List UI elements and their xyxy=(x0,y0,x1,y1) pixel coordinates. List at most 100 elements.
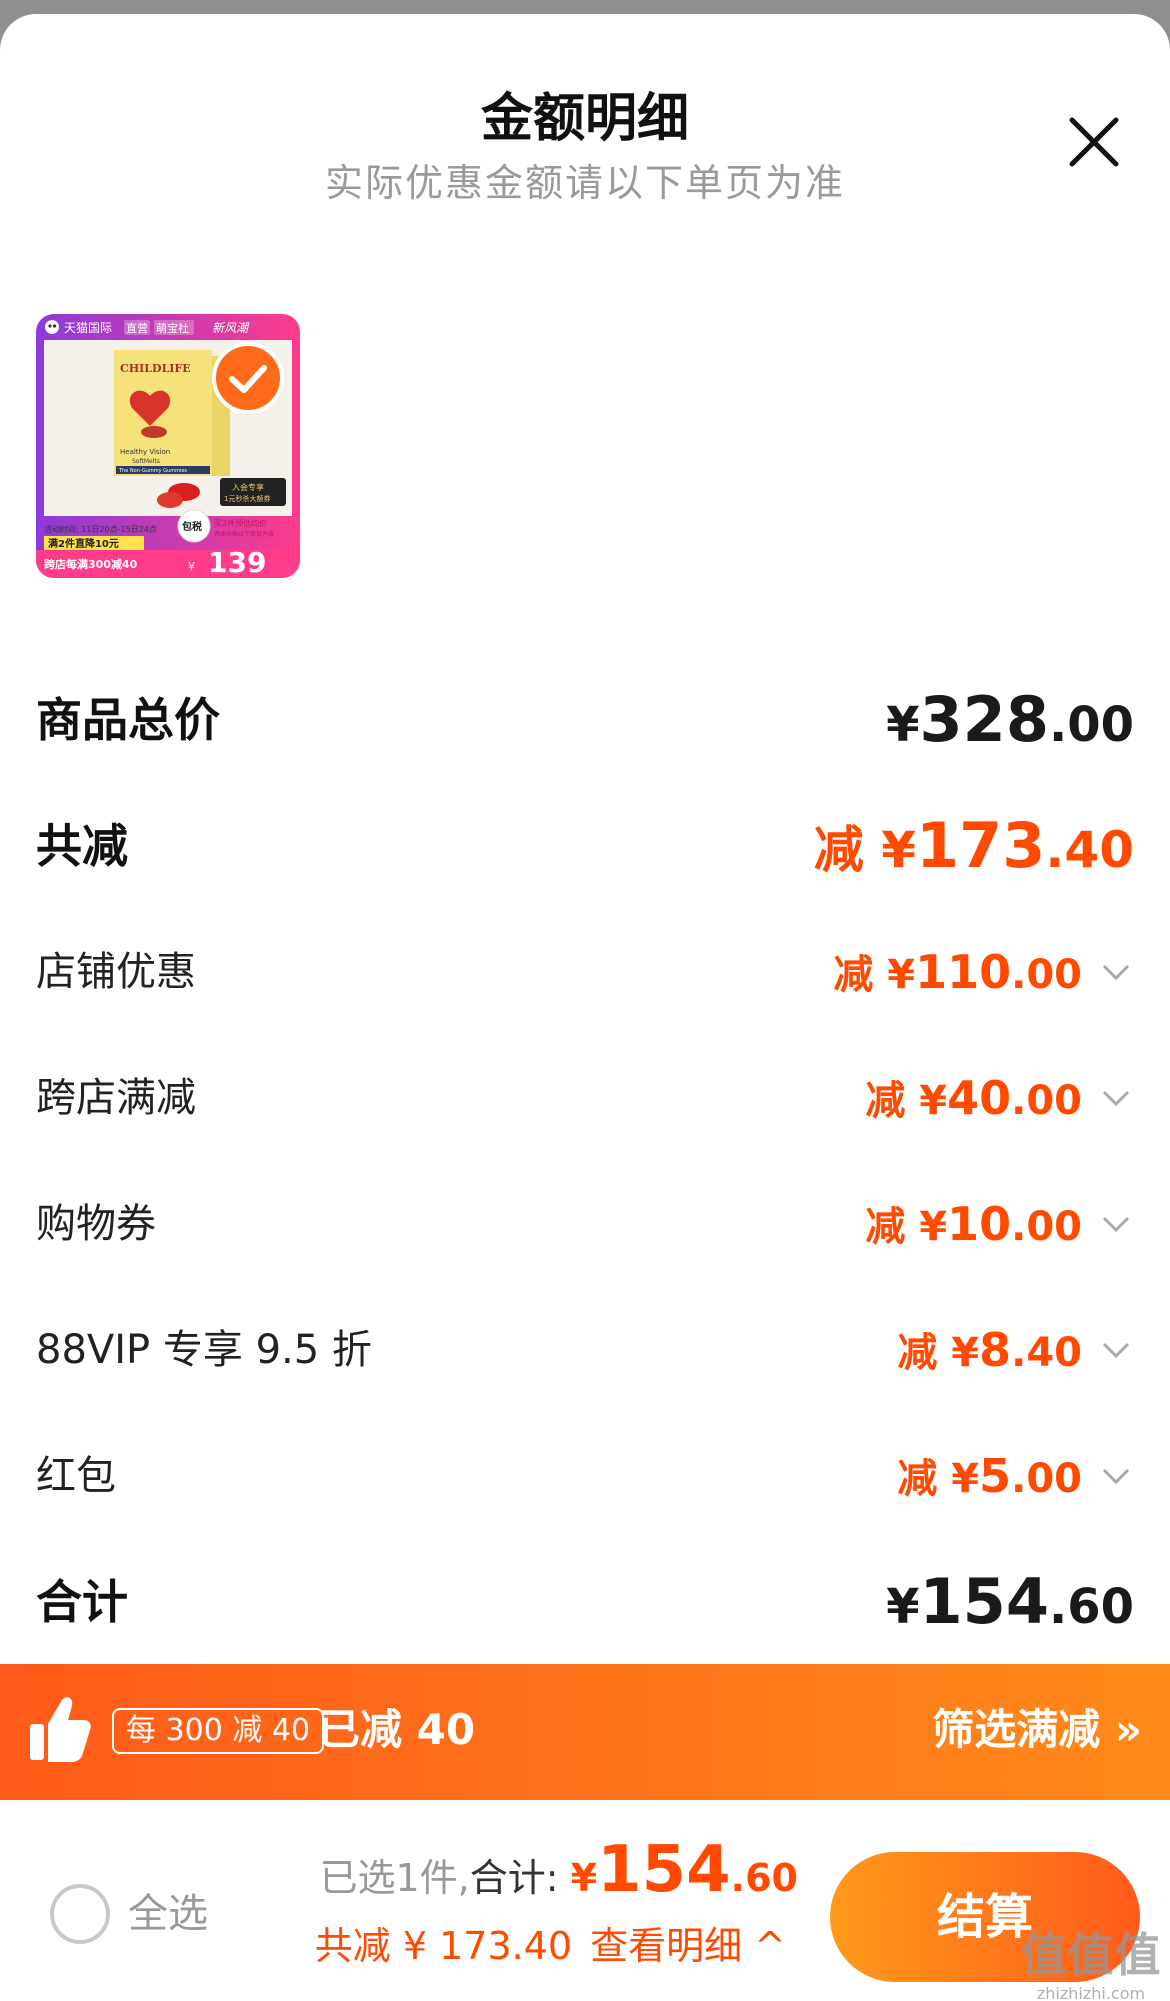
page-subtitle: 实际优惠金额请以下单页为准 xyxy=(324,161,845,205)
chevron-down-icon[interactable] xyxy=(1098,954,1134,990)
amount-dec: .60 xyxy=(1048,1579,1134,1635)
amount-currency: ¥ xyxy=(886,1579,920,1635)
row-amount: ¥154.60 xyxy=(886,1562,1134,1658)
promo-bar: 每 300 减 40 已减 40 筛选满减 » xyxy=(0,1664,1170,1800)
amount-prefix: 减 xyxy=(865,1078,920,1124)
chevron-down-icon[interactable] xyxy=(1098,1458,1134,1494)
site-watermark: 值值值 zhizhizhi.com xyxy=(1016,1926,1166,2001)
checkmark-icon xyxy=(229,365,267,393)
row-amount: 减 ¥110.00 xyxy=(833,932,1082,1023)
row-subtotal: 商品总价 ¥328.00 xyxy=(36,680,1134,760)
row-label: 商品总价 xyxy=(36,693,220,747)
amount-dec: .00 xyxy=(1048,697,1134,753)
row-grand-total: 合计 ¥154.60 xyxy=(36,1562,1134,1642)
amount-int: 154 xyxy=(919,1565,1049,1638)
thumb-price: 139 xyxy=(208,546,266,578)
row-label: 红包 xyxy=(36,1453,116,1499)
chevron-down-icon[interactable] xyxy=(1098,1332,1134,1368)
member-tag-1: 入会专享 xyxy=(232,482,264,492)
discount-total: 共减 ¥ 173.40 xyxy=(314,1924,573,1968)
thumb-est-label: 买2件预估均价 xyxy=(214,518,267,528)
row-label: 跨店满减 xyxy=(36,1075,196,1121)
gummy-graphic-2 xyxy=(157,492,183,508)
thumb-activity-time: 活动时间: 11日20点-15日24点 xyxy=(44,524,157,534)
amount-currency: ¥ xyxy=(951,1330,980,1376)
amount-prefix: 减 xyxy=(813,821,882,879)
amount-dec: .00 xyxy=(1011,1078,1082,1124)
select-all-radio[interactable] xyxy=(50,1884,110,1944)
row-amount: 减 ¥5.00 xyxy=(897,1436,1082,1527)
filter-discount-link[interactable]: 筛选满减 » xyxy=(932,1700,1142,1760)
row-label: 合计 xyxy=(36,1575,128,1629)
row-total-discount: 共减 减 ¥173.40 xyxy=(36,806,1134,886)
thumb-platform: 天猫国际 xyxy=(64,321,112,335)
amount-int: 110 xyxy=(915,945,1012,999)
row-amount: 减 ¥8.40 xyxy=(897,1310,1082,1401)
amount-int: 328 xyxy=(919,683,1049,756)
tmall-cat-icon xyxy=(45,320,59,334)
view-detail-link[interactable]: 查看明细 ^ xyxy=(590,1924,786,1968)
amount-currency: ¥ xyxy=(886,697,920,753)
chevron-down-icon[interactable] xyxy=(1098,1080,1134,1116)
row-amount: 减 ¥173.40 xyxy=(814,806,1134,902)
row-label: 88VIP 专享 9.5 折 xyxy=(36,1327,372,1373)
total-label: 合计: xyxy=(469,1856,571,1900)
thumb-promo-1: 满2件直降10元 xyxy=(48,537,119,550)
spoon-graphic xyxy=(141,426,167,438)
amount-dec: .00 xyxy=(1011,1456,1082,1502)
selected-count: 已选1件, xyxy=(319,1856,470,1900)
amount-int: 5 xyxy=(979,1449,1012,1503)
select-all-label[interactable]: 全选 xyxy=(128,1884,208,1944)
amount-currency: ¥ xyxy=(919,1204,948,1250)
checkout-bar: 全选 已选1件,合计: ¥154.60 共减 ¥ 173.40 查看明细 ^ 结算 xyxy=(0,1800,1170,2001)
thumb-name-1: Healthy Vision xyxy=(120,448,170,456)
row-store-discount[interactable]: 店铺优惠 减 ¥110.00 xyxy=(36,932,1134,1012)
amount-dec: .00 xyxy=(1011,952,1082,998)
total-dec: .60 xyxy=(730,1856,798,1900)
amount-currency: ¥ xyxy=(951,1456,980,1502)
row-label: 购物券 xyxy=(36,1201,156,1247)
amount-prefix: 减 xyxy=(833,952,888,998)
thumb-promo-2: 跨店每满300减40 xyxy=(44,557,138,571)
amount-int: 10 xyxy=(947,1197,1012,1251)
row-shopping-voucher[interactable]: 购物券 减 ¥10.00 xyxy=(36,1184,1134,1264)
thumb-brand: CHILDLIFE xyxy=(120,362,191,375)
total-int: 154 xyxy=(597,1833,731,1907)
thumb-tag-2: 萌宝社 xyxy=(156,321,189,335)
row-label: 店铺优惠 xyxy=(36,949,196,995)
amount-currency: ¥ xyxy=(887,952,916,998)
row-cross-store-discount[interactable]: 跨店满减 减 ¥40.00 xyxy=(36,1058,1134,1138)
thumb-name-2: SoftMelts xyxy=(132,458,160,465)
amount-dec: .40 xyxy=(1011,1330,1082,1376)
watermark-url: zhizhizhi.com xyxy=(1036,1984,1146,2001)
amount-dec: .40 xyxy=(1045,821,1134,879)
row-label: 共减 xyxy=(36,819,128,873)
member-tag-2: 1元秒杀大额券 xyxy=(224,494,270,503)
amount-prefix: 减 xyxy=(897,1330,952,1376)
selected-check-badge[interactable] xyxy=(212,342,284,414)
row-88vip-discount[interactable]: 88VIP 专享 9.5 折 减 ¥8.40 xyxy=(36,1310,1134,1390)
chevron-down-icon[interactable] xyxy=(1098,1206,1134,1242)
thumb-tag-1: 直营 xyxy=(126,321,148,335)
amount-currency: ¥ xyxy=(919,1078,948,1124)
promo-applied-text: 已减 40 xyxy=(318,1705,476,1754)
amount-int: 8 xyxy=(979,1323,1012,1377)
amount-int: 173 xyxy=(916,809,1046,882)
row-red-packet[interactable]: 红包 减 ¥5.00 xyxy=(36,1436,1134,1516)
tax-badge: 包税 xyxy=(182,520,202,533)
watermark-logo: 值值值 xyxy=(1020,1928,1162,1982)
row-amount: 减 ¥10.00 xyxy=(865,1184,1082,1275)
promo-rule-badge: 每 300 减 40 xyxy=(112,1708,325,1754)
total-currency: ¥ xyxy=(570,1856,598,1900)
thumbs-up-icon xyxy=(30,1697,91,1762)
thumb-est-note: 具体价格以下单页为准 xyxy=(214,530,274,538)
row-amount: ¥328.00 xyxy=(886,680,1134,776)
page-title: 金额明细 xyxy=(480,89,689,149)
discount-summary: 共减 ¥ 173.40 查看明细 ^ xyxy=(315,1916,786,1976)
amount-prefix: 减 xyxy=(865,1204,920,1250)
close-icon[interactable] xyxy=(1064,112,1124,172)
row-amount: 减 ¥40.00 xyxy=(865,1058,1082,1149)
total-summary: 已选1件,合计: ¥154.60 xyxy=(319,1830,798,1918)
thumb-tag-3: 新风潮 xyxy=(212,321,250,335)
amount-prefix: 减 xyxy=(897,1456,952,1502)
